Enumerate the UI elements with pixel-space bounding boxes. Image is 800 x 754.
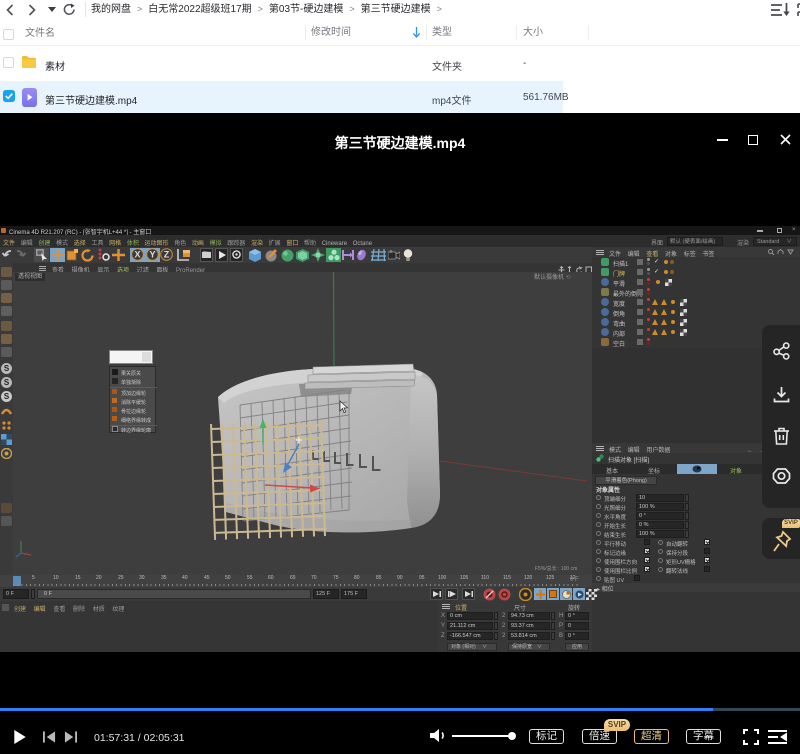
svg-text:X: X	[134, 250, 140, 260]
svg-text:Y: Y	[149, 250, 155, 260]
svg-text:Z: Z	[164, 250, 170, 260]
